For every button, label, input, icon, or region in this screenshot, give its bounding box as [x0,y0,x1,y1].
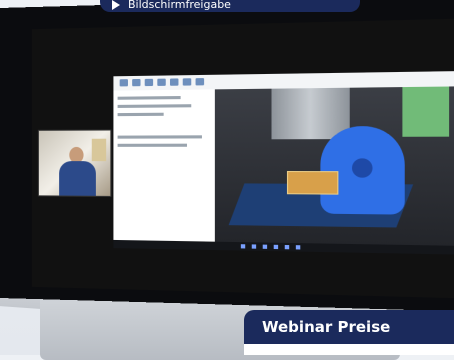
machine-head [402,86,449,136]
3d-viewport[interactable] [215,86,454,246]
taskbar-icon[interactable] [285,245,289,249]
webinar-prices-label: Webinar Preise [262,318,390,336]
taskbar-icon[interactable] [241,244,245,248]
toolbar-icon[interactable] [183,78,192,85]
screen-share-button[interactable]: Bildschirmfreigabe [100,0,360,12]
play-triangle-icon [112,0,120,10]
operations-panel [113,89,216,241]
taskbar-icon[interactable] [274,245,278,249]
toolbar-icon[interactable] [170,78,178,85]
toolbar-icon[interactable] [157,79,165,86]
webcam-feed [38,129,111,196]
panel-row[interactable] [118,113,164,116]
badge-underline [244,344,454,355]
panel-row[interactable] [118,104,192,108]
rotary-center [352,158,373,177]
workpiece [287,171,338,195]
monitor-bezel [0,0,454,312]
toolbar-icon[interactable] [120,79,128,86]
toolbar-icon[interactable] [145,79,153,86]
panel-row[interactable] [118,144,187,147]
screen-share-label: Bildschirmfreigabe [128,0,231,11]
bookshelf [92,139,106,161]
monitor-screen [32,18,454,299]
cad-application-window [113,71,454,246]
toolbar-icon[interactable] [132,79,140,86]
panel-row[interactable] [118,96,181,100]
presenter-body [59,161,96,196]
toolbar-icon[interactable] [196,78,205,85]
taskbar-icon[interactable] [252,244,256,248]
taskbar-icon[interactable] [263,245,267,249]
taskbar-icon[interactable] [296,245,300,249]
panel-row[interactable] [118,135,202,138]
webinar-prices-button[interactable]: Webinar Preise [244,310,454,344]
